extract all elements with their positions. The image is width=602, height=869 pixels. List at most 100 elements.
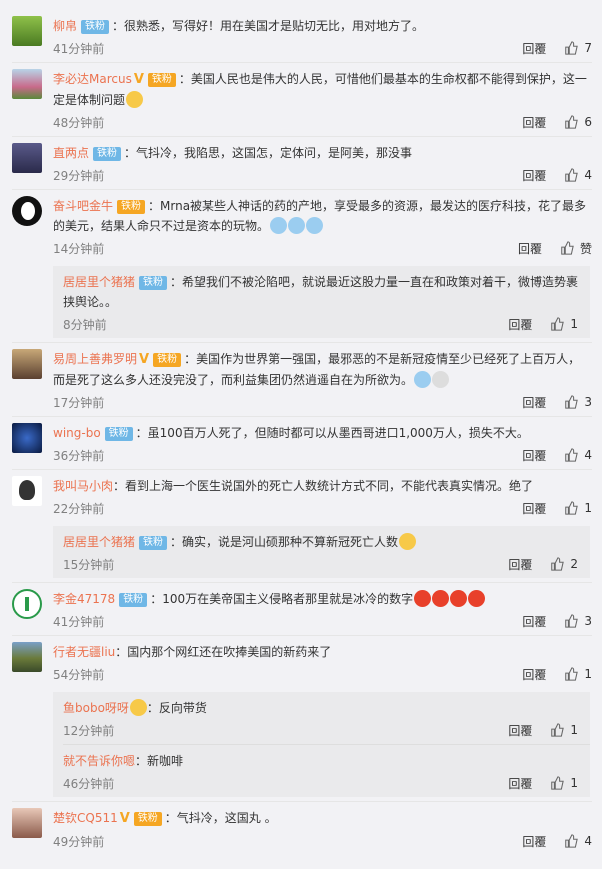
like-button[interactable]: 7 (564, 41, 592, 55)
like-count: 1 (570, 317, 578, 331)
user-name[interactable]: 柳帛 (53, 19, 77, 33)
verified-icon: V (133, 72, 144, 87)
thumb-up-icon (565, 115, 579, 129)
like-button[interactable]: 1 (564, 501, 592, 515)
reply-button[interactable]: 回覆 (522, 833, 546, 850)
user-name[interactable]: 奋斗吧金牛 (53, 199, 113, 213)
like-button[interactable]: 1 (564, 667, 592, 681)
reply-text: 居居里个猪猪 铁粉 ：确实，说是河山硕那种不算新冠死亡人数 (63, 532, 590, 552)
user-name[interactable]: 李必达Marcus (53, 72, 132, 86)
timestamp: 15分钟前 (63, 557, 115, 572)
like-count: 4 (584, 168, 592, 182)
like-button[interactable]: 6 (564, 115, 592, 129)
avatar[interactable] (12, 196, 42, 226)
reply-button[interactable]: 回覆 (508, 775, 532, 792)
fans-badge: 铁粉 (139, 536, 168, 550)
reply-button[interactable]: 回覆 (522, 114, 546, 131)
reply-button[interactable]: 回覆 (522, 167, 546, 184)
timestamp: 48分钟前 (53, 115, 105, 130)
reply-thread: 居居里个猪猪 铁粉 ：确实，说是河山硕那种不算新冠死亡人数 15分钟前 回覆 2 (53, 526, 590, 578)
user-name[interactable]: 行者无疆liu (53, 645, 115, 659)
user-name[interactable]: 我叫马小肉 (53, 479, 113, 493)
timestamp: 49分钟前 (53, 834, 105, 849)
emoji-icon (414, 371, 432, 388)
like-count: 6 (584, 115, 592, 129)
avatar[interactable] (12, 642, 42, 672)
like-button[interactable]: 2 (550, 557, 578, 571)
user-name[interactable]: 居居里个猪猪 (63, 535, 135, 549)
avatar[interactable] (12, 423, 42, 453)
comment-content: ：很熟悉，写得好！用在美国才是贴切无比，用对地方了。 (112, 19, 425, 33)
timestamp: 17分钟前 (53, 395, 105, 410)
user-name[interactable]: 李金47178 (53, 592, 115, 606)
like-button[interactable]: 1 (550, 776, 578, 790)
reply-item: 居居里个猪猪 铁粉 ：确实，说是河山硕那种不算新冠死亡人数 15分钟前 回覆 2 (63, 526, 590, 578)
comment-text: 楚钦CQ511 V 铁粉 ：气抖冷，这国丸 。 (53, 808, 592, 829)
like-button[interactable]: 1 (550, 723, 578, 737)
user-name[interactable]: wing-bo (53, 426, 101, 440)
reply-item: 鱼bobo呀呀 ：反向带货 12分钟前 回覆 1 (63, 692, 590, 745)
reply-button[interactable]: 回覆 (522, 447, 546, 464)
avatar[interactable] (12, 808, 42, 838)
like-button[interactable]: 4 (564, 834, 592, 848)
user-name[interactable]: 易周上善弗罗明 (53, 352, 137, 366)
reply-button[interactable]: 回覆 (522, 394, 546, 411)
timestamp: 29分钟前 (53, 168, 105, 183)
reply-button[interactable]: 回覆 (522, 500, 546, 517)
avatar[interactable] (12, 589, 42, 619)
comment-text: wing-bo 铁粉 ：虽100百万人死了，但随时都可以从墨西哥进口1,000万人，… (53, 423, 592, 443)
timestamp: 36分钟前 (53, 448, 105, 463)
reply-button[interactable]: 回覆 (522, 666, 546, 683)
like-count: 1 (570, 776, 578, 790)
reply-button[interactable]: 回覆 (522, 613, 546, 630)
user-name[interactable]: 居居里个猪猪 (63, 275, 135, 289)
comment-text: 行者无疆liu：国内那个网红还在吹捧美国的新药来了 (53, 642, 592, 662)
like-button[interactable]: 4 (564, 448, 592, 462)
timestamp: 41分钟前 (53, 614, 105, 629)
timestamp: 22分钟前 (53, 501, 105, 516)
thumb-up-icon (551, 776, 565, 790)
comment: 楚钦CQ511 V 铁粉 ：气抖冷，这国丸 。 49分钟前 回覆 4 (0, 802, 602, 855)
thumb-up-icon (565, 667, 579, 681)
reply-button[interactable]: 回覆 (518, 240, 542, 257)
like-button[interactable]: 1 (550, 317, 578, 331)
emoji-icon (450, 590, 468, 607)
avatar[interactable] (12, 143, 42, 173)
reply-text: 居居里个猪猪 铁粉 ：希望我们不被沦陷吧，就说最近这股力量一直在和政策对着干，微博造… (63, 272, 590, 312)
user-name[interactable]: 直两点 (53, 146, 89, 160)
comment-text: 奋斗吧金牛 铁粉 ：Mrna被某些人神话的药的产地，享受最多的资源，最发达的医疗科技… (53, 196, 592, 236)
like-button[interactable]: 赞 (560, 240, 592, 257)
user-name[interactable]: 鱼bobo呀呀 (63, 701, 129, 715)
reply-button[interactable]: 回覆 (508, 556, 532, 573)
like-button[interactable]: 3 (564, 395, 592, 409)
avatar[interactable] (12, 69, 42, 99)
comment-text: 我叫马小肉：看到上海一个医生说国外的死亡人数统计方式不同，不能代表真实情况。绝了 (53, 476, 592, 496)
emoji-icon (468, 590, 486, 607)
user-name[interactable]: 楚钦CQ511 (53, 811, 118, 825)
thumb-up-icon (565, 395, 579, 409)
timestamp: 41分钟前 (53, 41, 105, 56)
reply-button[interactable]: 回覆 (508, 722, 532, 739)
comment-content: ：国内那个网红还在吹捧美国的新药来了 (115, 645, 332, 659)
like-button[interactable]: 4 (564, 168, 592, 182)
fans-badge: 铁粉 (104, 427, 133, 441)
reply-button[interactable]: 回覆 (508, 316, 532, 333)
thumb-up-icon (551, 317, 565, 331)
reply-text: 就不告诉你嗯：新咖啡 (63, 751, 590, 771)
reply-button[interactable]: 回覆 (522, 40, 546, 57)
user-name[interactable]: 就不告诉你嗯 (63, 754, 135, 768)
verified-icon: V (139, 352, 150, 367)
reply-thread: 居居里个猪猪 铁粉 ：希望我们不被沦陷吧，就说最近这股力量一直在和政策对着干，微博造… (53, 266, 590, 338)
thumb-up-icon (565, 834, 579, 848)
like-button[interactable]: 3 (564, 614, 592, 628)
fans-badge: 铁粉 (133, 812, 162, 826)
avatar[interactable] (12, 349, 42, 379)
comment-text: 柳帛 铁粉 ：很熟悉，写得好！用在美国才是贴切无比，用对地方了。 (53, 16, 592, 36)
comment-content: ：100万在美帝国主义侵略者那里就是冰冷的数字 (150, 592, 414, 606)
reply-item: 就不告诉你嗯：新咖啡 46分钟前 回覆 1 (63, 745, 590, 797)
avatar[interactable] (12, 476, 42, 506)
comment-text: 李金47178 铁粉 ：100万在美帝国主义侵略者那里就是冰冷的数字 (53, 589, 592, 609)
comment-feed: 柳帛 铁粉 ：很熟悉，写得好！用在美国才是贴切无比，用对地方了。 41分钟前 回覆 7… (0, 0, 602, 869)
timestamp: 8分钟前 (63, 317, 107, 332)
avatar[interactable] (12, 16, 42, 46)
